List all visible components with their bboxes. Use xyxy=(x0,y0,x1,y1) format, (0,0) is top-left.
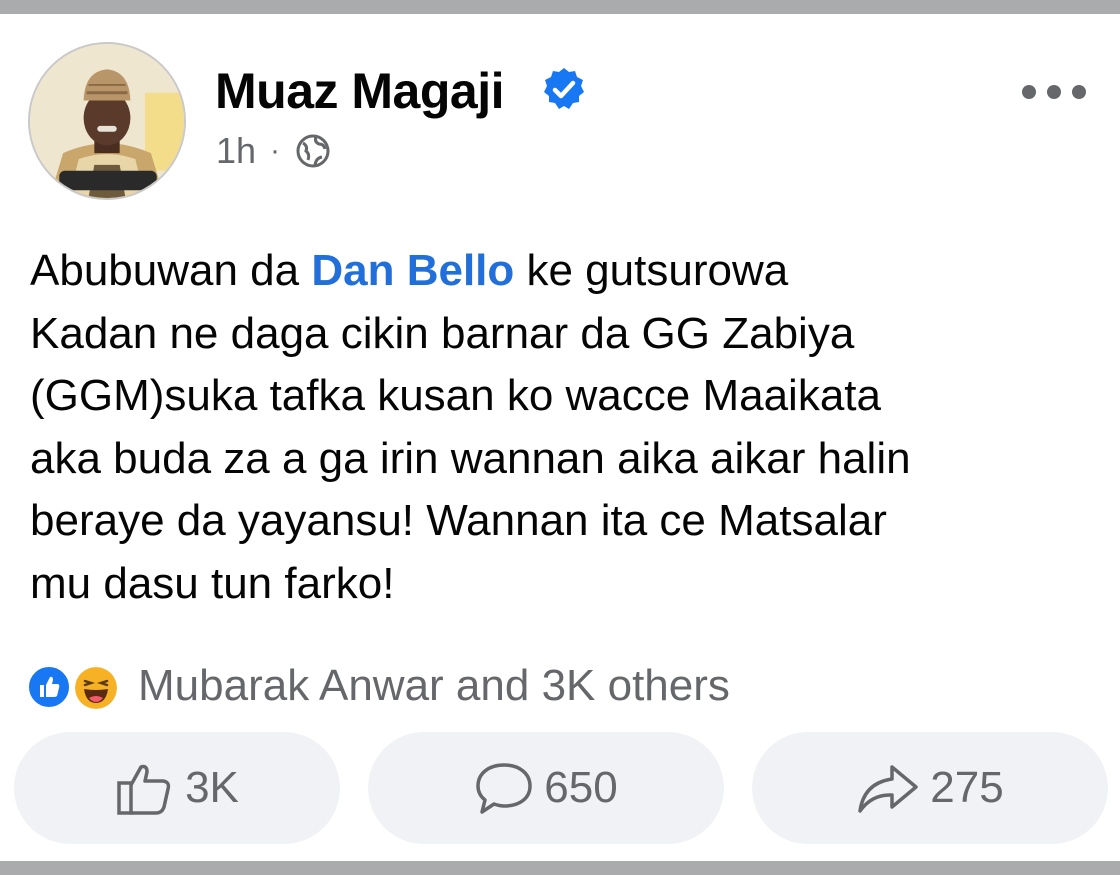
post-text-segment: Abubuwan da xyxy=(30,246,312,295)
post-card: Muaz Magaji 1h · Abubuwan da Dan Bello k… xyxy=(0,0,1120,875)
like-reaction-icon xyxy=(26,664,72,710)
haha-reaction-icon xyxy=(72,664,120,712)
reactions-summary[interactable]: Mubarak Anwar and 3K others xyxy=(26,656,730,716)
more-options-icon[interactable] xyxy=(1022,80,1086,104)
post-line: beraye da yayansu! Wannan ita ce Matsala… xyxy=(30,496,887,545)
share-arrow-icon xyxy=(858,765,919,813)
reactions-text: Mubarak Anwar and 3K others xyxy=(138,661,730,710)
post-line: Kadan ne daga cikin barnar da GG Zabiya xyxy=(30,308,855,358)
post-line: mu dasu tun farko! xyxy=(30,558,395,608)
like-count: 3K xyxy=(185,763,239,812)
post-line: (GGM)suka tafka kusan ko wacce Maaikata xyxy=(30,371,881,420)
top-border xyxy=(0,0,1120,14)
author-avatar[interactable] xyxy=(28,42,186,200)
comment-count: 650 xyxy=(544,763,618,812)
meta-separator: · xyxy=(270,134,281,167)
like-button[interactable]: 3K xyxy=(14,732,340,844)
share-button[interactable]: 275 xyxy=(752,732,1108,844)
post-line: aka buda za a ga irin wannan aika aikar … xyxy=(30,433,911,483)
comment-button[interactable]: 650 xyxy=(368,732,724,844)
post-body: Abubuwan da Dan Bello ke gutsurowa Kadan… xyxy=(30,240,1100,615)
thumbs-up-icon xyxy=(117,764,171,815)
post-text-segment: ke gutsurowa xyxy=(514,246,789,295)
post-meta: 1h · xyxy=(216,128,332,174)
more-dot xyxy=(1047,85,1061,99)
more-dot xyxy=(1022,85,1036,99)
verified-badge-icon xyxy=(544,68,584,109)
comment-icon xyxy=(476,763,533,814)
post-timestamp[interactable]: 1h xyxy=(216,130,256,172)
avatar-photo xyxy=(30,44,184,198)
share-count: 275 xyxy=(930,763,1004,812)
post-line: Abubuwan da Dan Bello ke gutsurowa xyxy=(30,240,1100,303)
mention-link[interactable]: Dan Bello xyxy=(311,246,514,295)
bottom-border xyxy=(0,861,1120,875)
author-name[interactable]: Muaz Magaji xyxy=(215,62,504,120)
globe-icon[interactable] xyxy=(294,132,332,170)
more-dot xyxy=(1072,85,1086,99)
reaction-icons xyxy=(26,658,128,714)
